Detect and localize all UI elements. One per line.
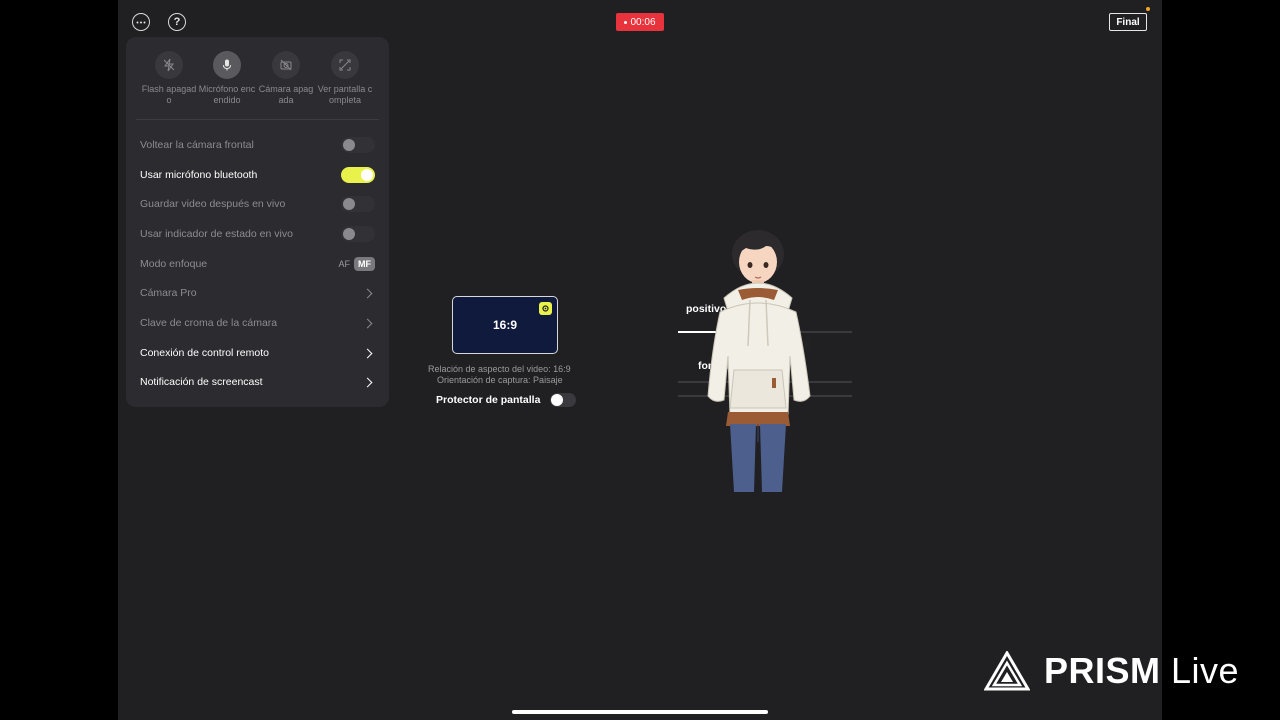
aspect-ratio-caption: Relación de aspecto del video: 16:9 xyxy=(428,364,571,374)
help-icon[interactable]: ? xyxy=(168,13,186,31)
chroma-key-label: Clave de croma de la cámara xyxy=(140,317,278,329)
notification-dot xyxy=(1146,7,1150,11)
focus-mode-label: Modo enfoque xyxy=(140,258,208,270)
screencast-notification-label: Notificación de screencast xyxy=(140,376,263,388)
recording-time: 00:06 xyxy=(630,16,656,28)
remote-control-row[interactable]: Conexión de control remoto xyxy=(140,343,375,363)
flash-off-icon xyxy=(155,51,183,79)
settings-panel: Flash apagado Micrófono encendido Cámara… xyxy=(126,37,389,407)
focus-mode-row: Modo enfoque AF MF xyxy=(140,254,375,274)
fullscreen-label: Ver pantalla completa xyxy=(317,84,373,105)
home-indicator[interactable] xyxy=(512,710,768,714)
camera-pro-row[interactable]: Cámara Pro xyxy=(140,283,375,303)
bluetooth-mic-label: Usar micrófono bluetooth xyxy=(140,169,258,181)
chroma-key-row[interactable]: Clave de croma de la cámara xyxy=(140,313,375,333)
save-video-label: Guardar video después en vivo xyxy=(140,198,286,210)
more-options-icon[interactable] xyxy=(132,13,150,31)
flip-front-camera-label: Voltear la cámara frontal xyxy=(140,139,254,151)
bluetooth-mic-row: Usar micrófono bluetooth xyxy=(140,165,375,185)
panel-divider xyxy=(136,119,379,120)
screencast-notification-row[interactable]: Notificación de screencast xyxy=(140,372,375,392)
focus-mode-selector: AF MF xyxy=(338,257,375,271)
camera-pro-label: Cámara Pro xyxy=(140,287,197,299)
status-indicator-row: Usar indicador de estado en vivo xyxy=(140,224,375,244)
fullscreen-icon xyxy=(331,51,359,79)
live-screen: ? 00:06 Final Flash apagado Micrófono en… xyxy=(118,0,1162,720)
orientation-caption: Orientación de captura: Paisaje xyxy=(437,375,563,385)
focus-af-option[interactable]: AF xyxy=(338,259,350,269)
final-button[interactable]: Final xyxy=(1109,13,1147,31)
focus-mf-option[interactable]: MF xyxy=(354,257,375,271)
flip-front-camera-row: Voltear la cámara frontal xyxy=(140,135,375,155)
prism-live-logo: PRISM Live xyxy=(984,650,1239,692)
aspect-ratio-preview[interactable]: 16:9 xyxy=(452,296,558,354)
recording-timer: 00:06 xyxy=(616,13,664,31)
flip-front-camera-toggle[interactable] xyxy=(341,137,375,153)
prism-live-suffix: Live xyxy=(1160,650,1240,691)
status-indicator-label: Usar indicador de estado en vivo xyxy=(140,228,293,240)
chevron-right-icon xyxy=(362,348,373,358)
microphone-on-label: Micrófono encendido xyxy=(198,84,256,105)
help-glyph: ? xyxy=(173,16,181,28)
chevron-right-icon xyxy=(362,318,373,328)
prism-logo-icon xyxy=(984,651,1030,691)
save-video-toggle[interactable] xyxy=(341,196,375,212)
microphone-icon xyxy=(213,51,241,79)
camera-off-label: Cámara apagada xyxy=(258,84,314,105)
status-indicator-toggle[interactable] xyxy=(341,226,375,242)
chevron-right-icon xyxy=(362,377,373,387)
character-illustration xyxy=(707,230,812,492)
flash-off-label: Flash apagado xyxy=(141,84,197,105)
recording-dot-icon xyxy=(624,20,628,24)
aspect-ratio-value: 16:9 xyxy=(492,318,518,332)
camera-off-icon xyxy=(272,51,300,79)
microphone-on-button[interactable]: Micrófono encendido xyxy=(198,51,256,105)
prism-brand-text: PRISM xyxy=(1044,650,1161,691)
screen-protector-label: Protector de pantalla xyxy=(436,394,541,406)
camera-off-button[interactable]: Cámara apagada xyxy=(257,51,315,105)
save-video-row: Guardar video después en vivo xyxy=(140,194,375,214)
bluetooth-mic-toggle[interactable] xyxy=(341,167,375,183)
remote-control-label: Conexión de control remoto xyxy=(140,347,269,359)
screen-protector-toggle[interactable] xyxy=(550,393,576,407)
fullscreen-button[interactable]: Ver pantalla completa xyxy=(316,51,374,105)
screen-protector-row: Protector de pantalla xyxy=(436,393,576,407)
settings-badge-icon xyxy=(539,302,552,315)
chevron-right-icon xyxy=(362,288,373,298)
flash-off-button[interactable]: Flash apagado xyxy=(140,51,198,105)
prism-live-wordmark: PRISM Live xyxy=(1044,650,1239,692)
